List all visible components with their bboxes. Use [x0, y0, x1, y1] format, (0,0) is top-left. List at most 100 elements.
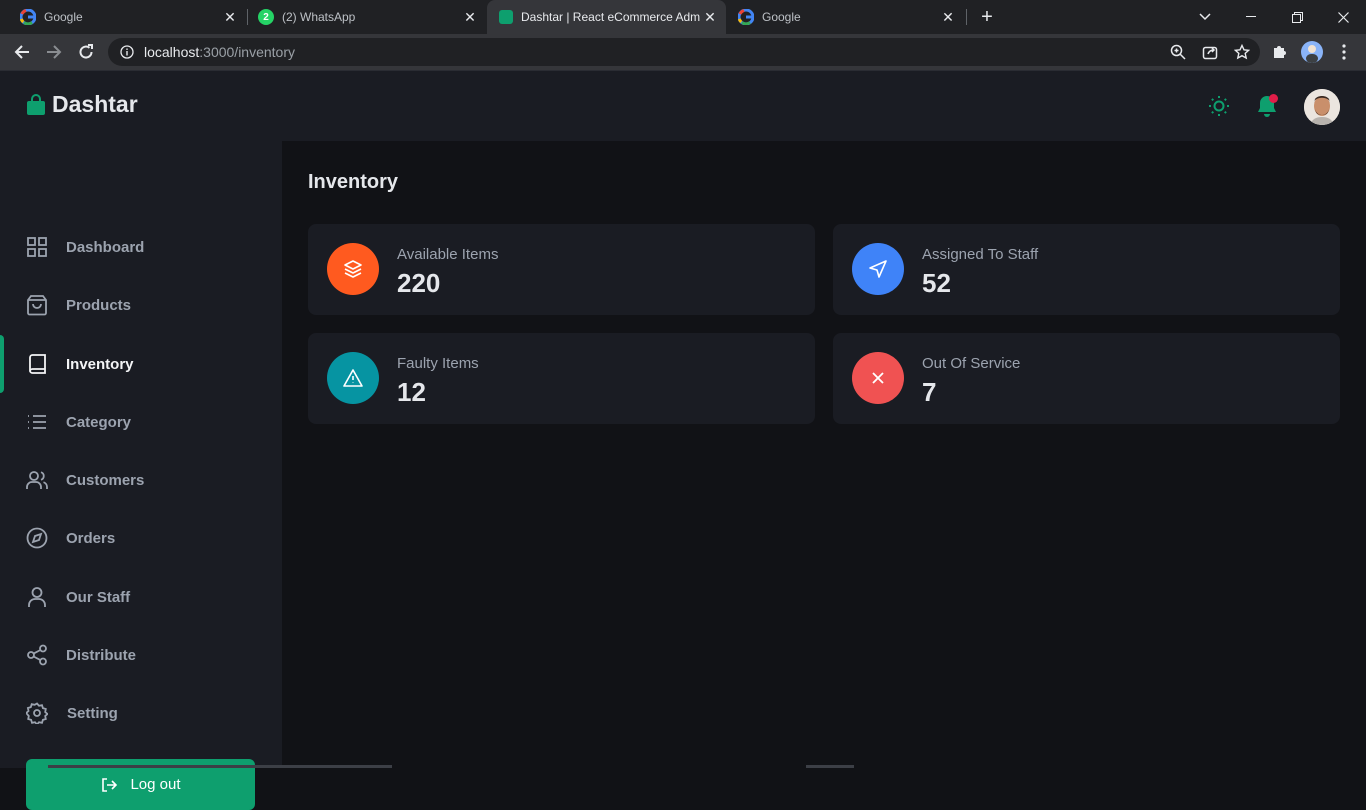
logout-label: Log out [130, 776, 181, 793]
shopping-bag-icon [27, 295, 47, 316]
browser-tab-whatsapp[interactable]: 2 (2) WhatsApp ✕ [238, 0, 486, 34]
stat-value: 52 [922, 268, 951, 298]
share-icon [27, 644, 47, 666]
brand-logo[interactable]: Dashtar [26, 91, 138, 118]
google-icon [738, 9, 754, 25]
stat-card-out-of-service: Out Of Service 7 [833, 333, 1340, 424]
browser-tab-google-2[interactable]: Google ✕ [718, 0, 964, 34]
theme-toggle-button[interactable] [1206, 93, 1232, 119]
sidebar-item-label: Distribute [66, 646, 137, 664]
extensions-button[interactable] [1268, 41, 1290, 63]
minimize-icon [1246, 16, 1256, 17]
close-icon[interactable]: ✕ [702, 9, 718, 25]
close-icon[interactable]: ✕ [222, 9, 238, 25]
stat-value: 220 [397, 268, 441, 298]
arrow-left-icon [14, 45, 29, 59]
settings-icon [26, 702, 48, 724]
stat-label: Faulty Items [397, 355, 479, 372]
tab-separator [966, 9, 967, 25]
grid-icon [27, 237, 47, 257]
tab-title: Google [44, 10, 83, 24]
page-title: Inventory [308, 171, 399, 193]
url-host: localhost [144, 44, 200, 60]
browser-tab-strip: Google ✕ 2 (2) WhatsApp ✕ Dashtar | Reac… [0, 0, 1366, 34]
sidebar-item-setting[interactable]: Setting [0, 691, 282, 735]
whatsapp-badge: 2 [263, 11, 269, 23]
minimize-button[interactable] [1228, 0, 1274, 34]
stat-card-faulty-items: Faulty Items 12 [308, 333, 815, 424]
stat-card-available-items: Available Items 220 [308, 224, 815, 315]
sidebar-item-label: Products [66, 296, 132, 314]
shopping-bag-logo-icon [27, 93, 45, 115]
stat-card-assigned-to-staff: Assigned To Staff 52 [833, 224, 1340, 315]
list-icon [28, 415, 46, 429]
restore-button[interactable] [1274, 0, 1320, 34]
close-icon[interactable]: ✕ [462, 9, 478, 25]
browser-toolbar: localhost:3000/inventory [0, 34, 1366, 70]
sidebar-item-our-staff[interactable]: Our Staff [0, 575, 282, 619]
info-icon [120, 45, 134, 59]
arrow-right-icon [47, 45, 62, 59]
reload-button[interactable] [75, 41, 97, 63]
browser-menu-button[interactable] [1333, 41, 1355, 63]
url-path: :3000/inventory [199, 44, 295, 60]
sidebar-item-dashboard[interactable]: Dashboard [0, 225, 282, 269]
users-icon [26, 471, 48, 489]
user-icon [28, 587, 46, 607]
app-header: Dashtar [0, 70, 1366, 141]
send-icon [869, 260, 887, 278]
stat-icon-circle [852, 352, 904, 404]
stat-value: 12 [397, 377, 426, 407]
sidebar-item-label: Dashboard [66, 238, 145, 256]
forward-button[interactable] [43, 41, 65, 63]
new-tab-button[interactable]: + [976, 6, 998, 28]
sun-icon [1209, 96, 1229, 116]
notifications-button[interactable] [1254, 93, 1280, 119]
stat-icon-circle [852, 243, 904, 295]
tab-search-button[interactable] [1182, 0, 1228, 34]
browser-profile-avatar[interactable] [1301, 41, 1323, 63]
sidebar-item-label: Orders [66, 529, 116, 547]
address-bar[interactable]: localhost:3000/inventory [108, 38, 1260, 66]
tab-title: (2) WhatsApp [282, 10, 356, 24]
share-page-icon[interactable] [1202, 44, 1218, 60]
whatsapp-icon: 2 [258, 9, 274, 25]
main-content: Inventory Available Items 220 Assigned T… [282, 141, 1366, 768]
puzzle-icon [1274, 46, 1286, 58]
sidebar-item-category[interactable]: Category [0, 400, 282, 444]
browser-tab-google-1[interactable]: Google ✕ [0, 0, 246, 34]
stat-icon-circle [327, 352, 379, 404]
tab-title: Dashtar | React eCommerce Adm [521, 10, 701, 24]
close-icon [1337, 11, 1349, 23]
x-icon [872, 372, 884, 384]
compass-icon [26, 527, 48, 549]
close-icon[interactable]: ✕ [940, 9, 956, 25]
url-text: localhost:3000/inventory [144, 44, 295, 60]
sidebar-item-distribute[interactable]: Distribute [0, 633, 282, 677]
star-icon[interactable] [1234, 44, 1250, 60]
sidebar-item-label: Customers [66, 471, 145, 489]
zoom-icon[interactable] [1170, 44, 1186, 60]
close-window-button[interactable] [1320, 0, 1366, 34]
stat-value: 7 [922, 377, 937, 407]
stat-icon-circle [327, 243, 379, 295]
dashtar-app: Dashtar Dashboard Products Inventory Cat… [0, 70, 1366, 810]
alert-triangle-icon [343, 369, 363, 387]
reload-icon [79, 44, 93, 59]
sidebar-item-customers[interactable]: Customers [0, 458, 282, 502]
sidebar-item-products[interactable]: Products [0, 283, 282, 327]
log-out-icon [102, 777, 118, 792]
stat-label: Available Items [397, 246, 499, 263]
tab-title: Google [762, 10, 801, 24]
back-button[interactable] [11, 41, 33, 63]
notification-dot [1269, 94, 1278, 103]
more-vertical-icon [1342, 44, 1346, 60]
sidebar-item-label: Our Staff [66, 588, 131, 606]
sidebar-item-orders[interactable]: Orders [0, 516, 282, 560]
browser-tab-dashtar[interactable]: Dashtar | React eCommerce Adm ✕ [487, 0, 726, 34]
stat-label: Out Of Service [922, 355, 1021, 372]
chevron-down-icon [1199, 13, 1211, 21]
user-avatar[interactable] [1304, 89, 1340, 125]
layers-icon [344, 260, 362, 278]
sidebar-item-inventory[interactable]: Inventory [0, 342, 282, 386]
